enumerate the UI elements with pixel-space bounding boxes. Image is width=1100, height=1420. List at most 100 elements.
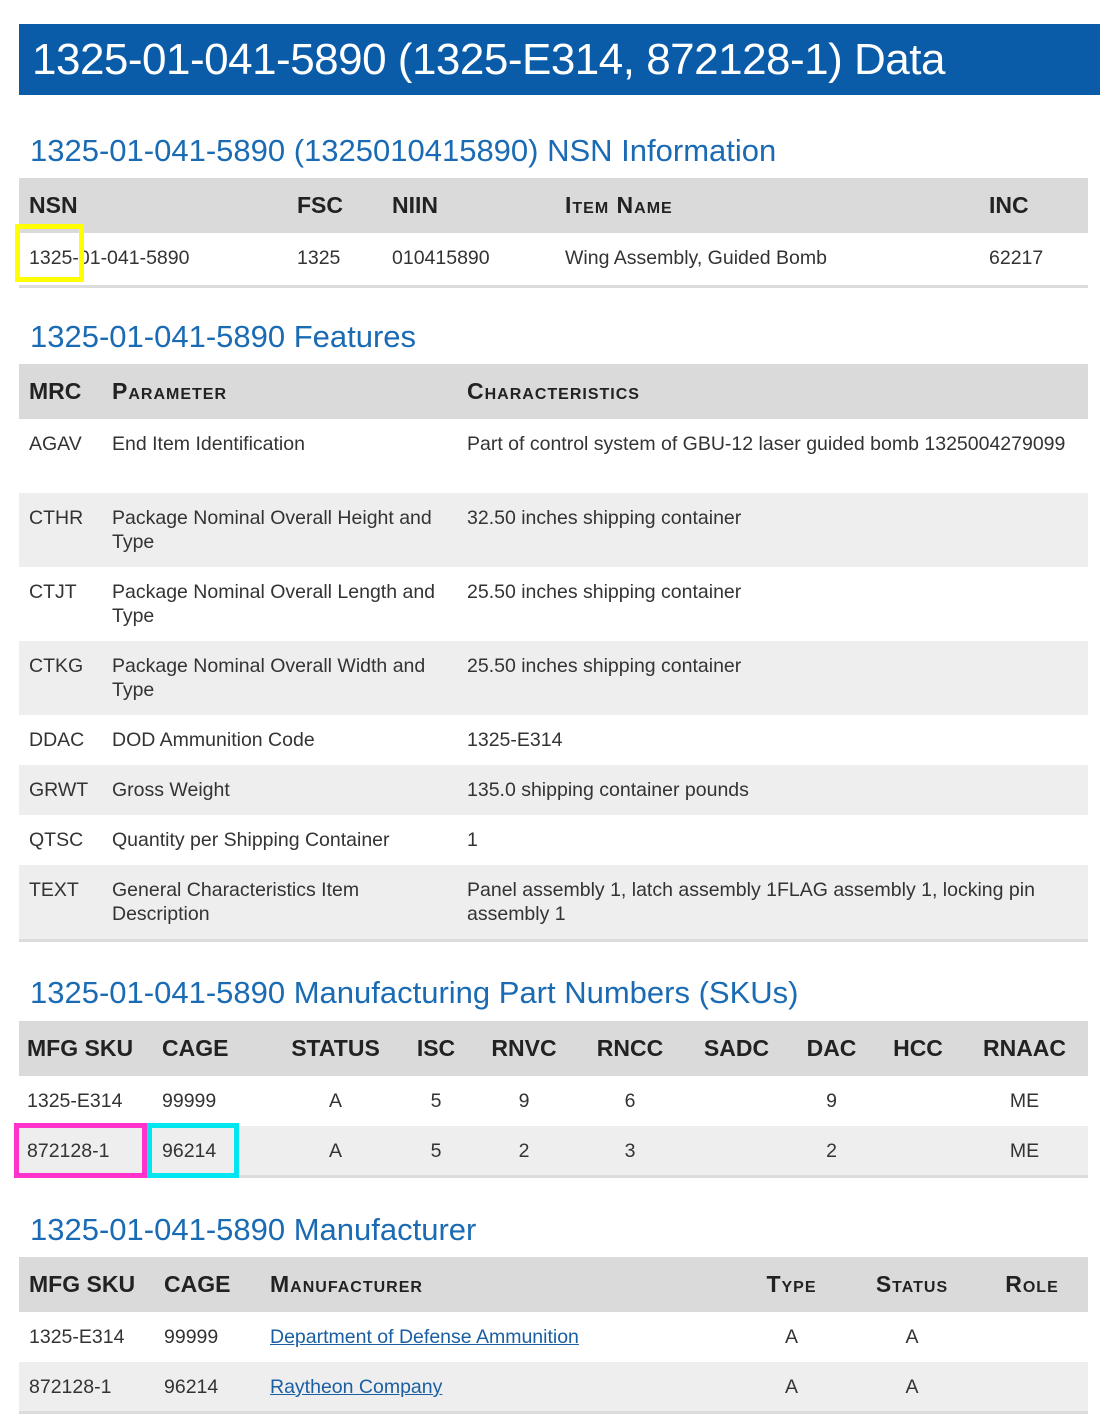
table-row: 872128-1 96214 Raytheon Company A A	[19, 1362, 1088, 1414]
nsn-info-heading: 1325-01-041-5890 (1325010415890) NSN Inf…	[30, 133, 777, 168]
parameter-cell: End Item Identification	[112, 433, 305, 455]
table-row: AGAV End Item Identification Part of con…	[19, 419, 1088, 493]
mrc-cell: CTKG	[19, 641, 102, 715]
nsn-value: 1325-01-041-5890	[19, 233, 287, 288]
parameter-cell: Package Nominal Overall Length and Type	[112, 581, 436, 627]
page-title-banner: 1325-01-041-5890 (1325-E314, 872128-1) D…	[19, 24, 1100, 95]
isc-cell: 5	[399, 1126, 473, 1178]
sadc-cell	[685, 1126, 788, 1178]
col-status: Status	[848, 1257, 976, 1312]
col-rncc: RNCC	[575, 1021, 685, 1076]
col-role: Role	[976, 1257, 1088, 1312]
col-nsn: NSN	[19, 178, 287, 233]
cage-cell: 99999	[162, 1090, 217, 1112]
mrc-cell: CTHR	[19, 493, 102, 567]
col-mfg-sku: MFG SKU	[19, 1021, 154, 1076]
col-mrc: MRC	[19, 364, 102, 419]
table-row: QTSC Quantity per Shipping Container 1	[19, 815, 1088, 865]
rnaac-cell: ME	[1009, 1090, 1040, 1112]
characteristics-cell: Part of control system of GBU-12 laser g…	[467, 433, 1066, 455]
col-niin: NIIN	[382, 178, 555, 233]
col-dac: DAC	[788, 1021, 875, 1076]
manufacturer-link[interactable]: Department of Defense Ammunition	[270, 1326, 579, 1348]
col-sadc: SADC	[685, 1021, 788, 1076]
role-cell	[976, 1362, 1088, 1414]
col-parameter: Parameter	[102, 364, 457, 419]
parameter-cell: Package Nominal Overall Width and Type	[102, 641, 457, 715]
table-row: TEXT General Characteristics Item Descri…	[19, 865, 1088, 942]
nsn-info-table: NSN FSC NIIN Item Name INC 1325-01-041-5…	[19, 178, 1088, 288]
item-name-value: Wing Assembly, Guided Bomb	[555, 233, 979, 288]
type-cell: A	[784, 1326, 798, 1348]
characteristics-cell: 135.0 shipping container pounds	[457, 765, 1088, 815]
characteristics-cell: 1325-E314	[467, 729, 563, 751]
parameter-cell: DOD Ammunition Code	[112, 729, 315, 751]
manufacturer-cell: Department of Defense Ammunition	[260, 1312, 735, 1362]
status-cell: A	[905, 1326, 919, 1348]
manufacturer-link[interactable]: Raytheon Company	[270, 1376, 442, 1398]
col-cage: CAGE	[154, 1257, 260, 1312]
col-hcc: HCC	[875, 1021, 961, 1076]
mrc-cell: DDAC	[29, 729, 85, 751]
cage-cell: 96214	[154, 1126, 272, 1178]
rnvc-cell: 2	[473, 1126, 575, 1178]
manufacturer-cell: Raytheon Company	[260, 1362, 735, 1414]
table-row: 1325-E314 99999 Department of Defense Am…	[19, 1312, 1088, 1362]
mrc-cell: QTSC	[29, 829, 84, 851]
table-row: CTJT Package Nominal Overall Length and …	[19, 567, 1088, 641]
manufacturer-heading: 1325-01-041-5890 Manufacturer	[30, 1212, 477, 1247]
characteristics-cell: 25.50 inches shipping container	[467, 581, 742, 603]
skus-heading: 1325-01-041-5890 Manufacturing Part Numb…	[30, 975, 799, 1010]
table-row: 872128-1 96214 A 5 2 3 2 ME	[19, 1126, 1088, 1178]
status-cell: A	[272, 1126, 399, 1178]
col-characteristics: Characteristics	[457, 364, 1088, 419]
col-type: Type	[735, 1257, 848, 1312]
mfg-sku-cell: 872128-1	[19, 1362, 154, 1414]
hcc-cell	[875, 1076, 961, 1126]
table-row: GRWT Gross Weight 135.0 shipping contain…	[19, 765, 1088, 815]
mfg-sku-cell: 872128-1	[19, 1126, 154, 1178]
dac-cell: 9	[826, 1090, 837, 1112]
role-cell	[976, 1312, 1088, 1362]
rncc-cell: 6	[624, 1090, 636, 1112]
table-row: DDAC DOD Ammunition Code 1325-E314	[19, 715, 1088, 765]
col-rnaac: RNAAC	[961, 1021, 1088, 1076]
col-cage: CAGE	[154, 1021, 272, 1076]
rnaac-cell: ME	[961, 1126, 1088, 1178]
manufacturer-table: MFG SKU CAGE Manufacturer Type Status Ro…	[19, 1257, 1088, 1414]
rncc-cell: 3	[575, 1126, 685, 1178]
mrc-cell: CTJT	[29, 581, 77, 603]
sadc-cell	[685, 1076, 788, 1126]
niin-value: 010415890	[382, 233, 555, 288]
features-table: MRC Parameter Characteristics AGAV End I…	[19, 364, 1088, 942]
mfg-sku-cell: 1325-E314	[29, 1326, 125, 1348]
rnvc-cell: 9	[518, 1090, 530, 1112]
table-row: CTKG Package Nominal Overall Width and T…	[19, 641, 1088, 715]
characteristics-cell: Panel assembly 1, latch assembly 1FLAG a…	[457, 865, 1088, 942]
col-mfg-sku: MFG SKU	[19, 1257, 154, 1312]
status-cell: A	[328, 1090, 342, 1112]
col-fsc: FSC	[287, 178, 382, 233]
characteristics-cell: 32.50 inches shipping container	[457, 493, 1088, 567]
col-status: STATUS	[272, 1021, 399, 1076]
parameter-cell: Package Nominal Overall Height and Type	[102, 493, 457, 567]
parameter-cell: General Characteristics Item Description	[102, 865, 457, 942]
col-rnvc: RNVC	[473, 1021, 575, 1076]
inc-value: 62217	[979, 233, 1088, 288]
col-item-name: Item Name	[555, 178, 979, 233]
parameter-cell: Gross Weight	[102, 765, 457, 815]
status-cell: A	[848, 1362, 976, 1414]
col-isc: ISC	[399, 1021, 473, 1076]
cage-cell: 96214	[154, 1362, 260, 1414]
cage-cell: 99999	[164, 1326, 219, 1348]
table-row: 1325-01-041-5890 1325 010415890 Wing Ass…	[19, 233, 1088, 288]
mfg-sku-cell: 1325-E314	[27, 1090, 123, 1112]
col-inc: INC	[979, 178, 1088, 233]
features-heading: 1325-01-041-5890 Features	[30, 319, 417, 354]
table-row: CTHR Package Nominal Overall Height and …	[19, 493, 1088, 567]
mrc-cell: GRWT	[19, 765, 102, 815]
mrc-cell: AGAV	[29, 433, 82, 455]
characteristics-cell: 25.50 inches shipping container	[457, 641, 1088, 715]
fsc-value: 1325	[287, 233, 382, 288]
parameter-cell: Quantity per Shipping Container	[112, 829, 390, 851]
